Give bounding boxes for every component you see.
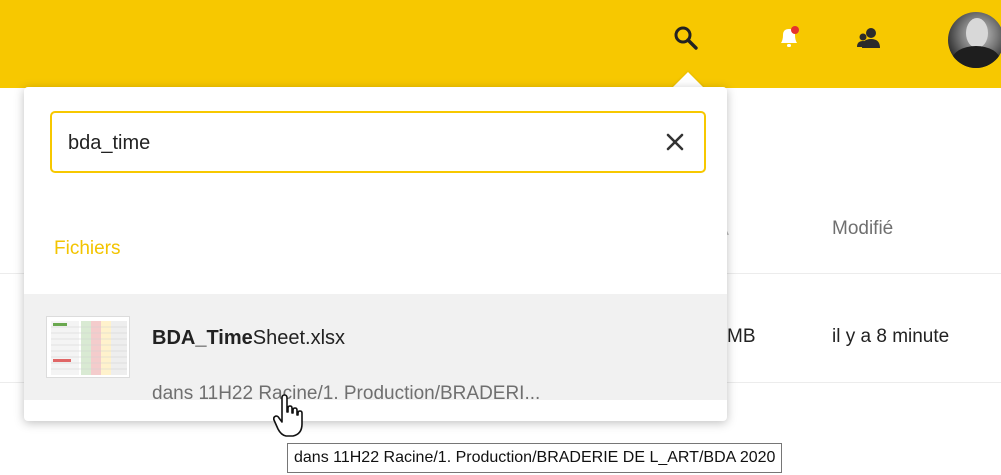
- search-icon[interactable]: [670, 22, 702, 54]
- contacts-icon[interactable]: [853, 22, 885, 54]
- search-dropdown: Fichiers: [24, 87, 727, 421]
- path-tooltip: dans 11H22 Racine/1. Production/BRADERIE…: [287, 443, 783, 473]
- close-icon: [666, 133, 684, 151]
- section-title-files: Fichiers: [54, 238, 121, 259]
- result-file-name: BDA_TimeSheet.xlsx: [152, 327, 346, 349]
- spreadsheet-thumbnail-icon: [46, 316, 130, 378]
- clear-search-button[interactable]: [660, 127, 690, 157]
- search-input[interactable]: [66, 125, 630, 161]
- search-result-item[interactable]: BDA_TimeSheet.xlsx dans 11H22 Racine/1. …: [24, 294, 727, 404]
- row-size: MB: [727, 326, 756, 347]
- column-header-modified[interactable]: Modifié: [832, 218, 893, 240]
- hand-cursor-icon: [272, 394, 303, 438]
- top-bar: [0, 0, 1001, 88]
- search-field[interactable]: [50, 111, 706, 173]
- row-modified-time: il y a 8 minute: [832, 326, 950, 347]
- dropdown-caret: [672, 72, 704, 88]
- avatar[interactable]: [948, 12, 1001, 68]
- result-file-path: dans 11H22 Racine/1. Production/BRADERI.…: [152, 383, 541, 404]
- notification-bell-icon[interactable]: [773, 22, 805, 54]
